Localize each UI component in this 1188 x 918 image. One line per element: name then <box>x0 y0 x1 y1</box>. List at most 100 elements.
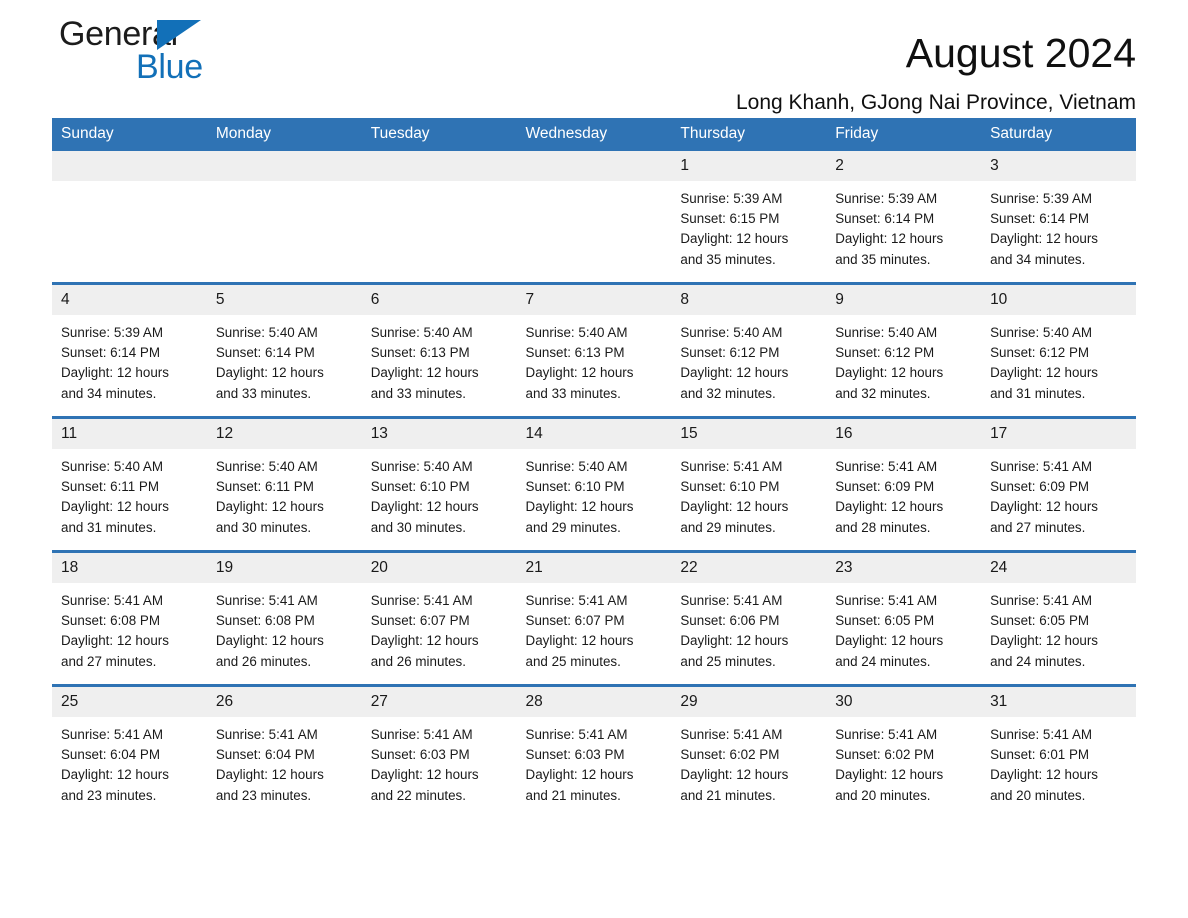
page-subtitle: Long Khanh, GJong Nai Province, Vietnam <box>735 91 1136 114</box>
calendar-day-cell[interactable]: 30 Sunrise: 5:41 AM Sunset: 6:02 PM Dayligh… <box>826 684 982 818</box>
day-details: Sunrise: 5:40 AM Sunset: 6:10 PM Daylight:… <box>362 449 517 550</box>
daylight-text-line1: Daylight: 12 hours <box>215 633 324 649</box>
calendar-day-cell[interactable]: 11 Sunrise: 5:40 AM Sunset: 6:11 PM Dayligh… <box>52 416 207 552</box>
calendar-day-cell[interactable]: 29 Sunrise: 5:41 AM Sunset: 6:02 PM Dayligh… <box>671 684 827 818</box>
calendar-day-cell[interactable]: 13 Sunrise: 5:40 AM Sunset: 6:10 PM Dayligh… <box>361 416 517 552</box>
calendar-day-cell[interactable]: 15 Sunrise: 5:41 AM Sunset: 6:10 PM Dayligh… <box>671 416 827 552</box>
sunrise-text: Sunrise: 5:41 AM <box>370 593 473 608</box>
daylight-text-line1: Daylight: 12 hours <box>835 633 944 649</box>
calendar-day-cell[interactable]: 7 Sunrise: 5:40 AM Sunset: 6:13 PM Daylight… <box>516 282 672 418</box>
calendar-day-cell[interactable]: 27 Sunrise: 5:41 AM Sunset: 6:03 PM Dayligh… <box>361 684 517 818</box>
calendar-day-cell[interactable]: 12 Sunrise: 5:40 AM Sunset: 6:11 PM Dayligh… <box>206 416 362 552</box>
day-details: Sunrise: 5:41 AM Sunset: 6:02 PM Daylight:… <box>671 717 826 818</box>
calendar-body: 1 Sunrise: 5:39 AM Sunset: 6:15 PM Daylight… <box>52 151 1136 818</box>
sunrise-text: Sunrise: 5:40 AM <box>990 325 1093 340</box>
calendar-day-cell[interactable]: 18 Sunrise: 5:41 AM Sunset: 6:08 PM Dayligh… <box>52 550 207 686</box>
calendar-day-cell-empty <box>206 151 362 284</box>
daylight-text-line2: and 34 minutes. <box>61 385 157 401</box>
calendar-day-cell[interactable]: 16 Sunrise: 5:41 AM Sunset: 6:09 PM Dayligh… <box>826 416 982 552</box>
sunset-text: Sunset: 6:12 PM <box>680 345 780 361</box>
calendar-day-cell[interactable]: 1 Sunrise: 5:39 AM Sunset: 6:15 PM Daylight… <box>671 151 827 284</box>
day-number: 20 <box>361 553 517 583</box>
calendar-day-cell[interactable]: 8 Sunrise: 5:40 AM Sunset: 6:12 PM Daylight… <box>671 282 827 418</box>
day-number: 27 <box>361 687 517 717</box>
sunrise-text: Sunrise: 5:41 AM <box>215 593 318 608</box>
daylight-text-line2: and 33 minutes. <box>370 385 466 401</box>
sunset-text: Sunset: 6:11 PM <box>215 479 314 495</box>
weekday-header-row: Sunday Monday Tuesday Wednesday Thursday… <box>52 118 1136 151</box>
sunset-text: Sunset: 6:13 PM <box>370 345 470 361</box>
sunset-text: Sunset: 6:10 PM <box>525 479 625 495</box>
calendar-day-cell[interactable]: 10 Sunrise: 5:40 AM Sunset: 6:12 PM Dayligh… <box>981 282 1136 418</box>
sunrise-text: Sunrise: 5:40 AM <box>370 325 473 340</box>
daylight-text-line1: Daylight: 12 hours <box>370 633 479 649</box>
daylight-text-line2: and 31 minutes. <box>61 519 157 535</box>
sunrise-text: Sunrise: 5:40 AM <box>215 459 318 474</box>
sunrise-text: Sunrise: 5:41 AM <box>525 727 628 742</box>
calendar-day-cell[interactable]: 31 Sunrise: 5:41 AM Sunset: 6:01 PM Dayligh… <box>981 684 1136 818</box>
daylight-text-line2: and 24 minutes. <box>835 653 931 669</box>
daylight-text-line1: Daylight: 12 hours <box>525 633 634 649</box>
daylight-text-line1: Daylight: 12 hours <box>525 499 634 515</box>
daylight-text-line1: Daylight: 12 hours <box>990 767 1098 783</box>
day-details: Sunrise: 5:39 AM Sunset: 6:14 PM Daylight:… <box>52 315 207 416</box>
calendar-day-cell[interactable]: 28 Sunrise: 5:41 AM Sunset: 6:03 PM Dayligh… <box>516 684 672 818</box>
daylight-text-line2: and 26 minutes. <box>215 653 312 669</box>
day-details: Sunrise: 5:40 AM Sunset: 6:12 PM Daylight:… <box>671 315 826 416</box>
calendar-day-cell[interactable]: 21 Sunrise: 5:41 AM Sunset: 6:07 PM Dayligh… <box>516 550 672 686</box>
calendar-day-cell[interactable]: 4 Sunrise: 5:39 AM Sunset: 6:14 PM Daylight… <box>52 282 207 418</box>
calendar-day-cell[interactable]: 14 Sunrise: 5:40 AM Sunset: 6:10 PM Dayligh… <box>516 416 672 552</box>
daylight-text-line2: and 25 minutes. <box>680 653 776 669</box>
calendar-day-cell[interactable]: 25 Sunrise: 5:41 AM Sunset: 6:04 PM Dayligh… <box>52 684 207 818</box>
calendar-day-cell[interactable]: 5 Sunrise: 5:40 AM Sunset: 6:14 PM Daylight… <box>206 282 362 418</box>
calendar-day-cell[interactable]: 6 Sunrise: 5:40 AM Sunset: 6:13 PM Daylight… <box>361 282 517 418</box>
day-number: 24 <box>981 553 1136 583</box>
calendar-day-cell[interactable]: 23 Sunrise: 5:41 AM Sunset: 6:05 PM Dayligh… <box>826 550 982 686</box>
day-details: Sunrise: 5:41 AM Sunset: 6:09 PM Daylight:… <box>981 449 1136 550</box>
brand-triangle-icon <box>157 20 201 50</box>
brand-logo[interactable]: General Blue <box>59 14 329 94</box>
daylight-text-line2: and 29 minutes. <box>680 519 776 535</box>
daylight-text-line1: Daylight: 12 hours <box>990 231 1098 247</box>
calendar-day-cell[interactable]: 19 Sunrise: 5:41 AM Sunset: 6:08 PM Dayligh… <box>206 550 362 686</box>
sunrise-text: Sunrise: 5:41 AM <box>61 727 163 742</box>
day-number: 30 <box>826 687 982 717</box>
calendar-day-cell[interactable]: 17 Sunrise: 5:41 AM Sunset: 6:09 PM Dayligh… <box>981 416 1136 552</box>
calendar-day-cell-empty <box>52 151 207 284</box>
sunset-text: Sunset: 6:11 PM <box>61 479 160 495</box>
day-details: Sunrise: 5:39 AM Sunset: 6:15 PM Daylight:… <box>671 181 826 282</box>
sunset-text: Sunset: 6:12 PM <box>990 345 1090 361</box>
day-number: 26 <box>206 687 362 717</box>
calendar-day-cell[interactable]: 22 Sunrise: 5:41 AM Sunset: 6:06 PM Dayligh… <box>671 550 827 686</box>
daylight-text-line2: and 23 minutes. <box>61 787 157 803</box>
daylight-text-line2: and 26 minutes. <box>370 653 466 669</box>
day-number: 22 <box>671 553 827 583</box>
calendar-day-cell[interactable]: 3 Sunrise: 5:39 AM Sunset: 6:14 PM Daylight… <box>981 151 1136 284</box>
daylight-text-line1: Daylight: 12 hours <box>835 365 944 381</box>
calendar-day-cell[interactable]: 20 Sunrise: 5:41 AM Sunset: 6:07 PM Dayligh… <box>361 550 517 686</box>
daylight-text-line1: Daylight: 12 hours <box>835 231 944 247</box>
daylight-text-line2: and 33 minutes. <box>215 385 312 401</box>
calendar-day-cell[interactable]: 9 Sunrise: 5:40 AM Sunset: 6:12 PM Daylight… <box>826 282 982 418</box>
calendar-day-cell[interactable]: 2 Sunrise: 5:39 AM Sunset: 6:14 PM Daylight… <box>826 151 982 284</box>
sunrise-text: Sunrise: 5:40 AM <box>215 325 318 340</box>
sunrise-text: Sunrise: 5:39 AM <box>835 191 938 206</box>
calendar-table: Sunday Monday Tuesday Wednesday Thursday… <box>52 118 1136 818</box>
sunset-text: Sunset: 6:08 PM <box>61 613 160 629</box>
day-details: Sunrise: 5:40 AM Sunset: 6:13 PM Daylight:… <box>362 315 517 416</box>
day-details: Sunrise: 5:41 AM Sunset: 6:07 PM Daylight:… <box>362 583 517 684</box>
daylight-text-line2: and 28 minutes. <box>835 519 931 535</box>
daylight-text-line1: Daylight: 12 hours <box>215 767 324 783</box>
daylight-text-line2: and 30 minutes. <box>215 519 312 535</box>
day-details: Sunrise: 5:40 AM Sunset: 6:12 PM Daylight:… <box>981 315 1136 416</box>
sunset-text: Sunset: 6:05 PM <box>835 613 935 629</box>
day-details <box>52 181 207 282</box>
day-number: 23 <box>826 553 982 583</box>
calendar-day-cell[interactable]: 24 Sunrise: 5:41 AM Sunset: 6:05 PM Dayligh… <box>981 550 1136 686</box>
daylight-text-line1: Daylight: 12 hours <box>990 499 1098 515</box>
sunset-text: Sunset: 6:09 PM <box>835 479 935 495</box>
sunrise-text: Sunrise: 5:40 AM <box>835 325 938 340</box>
calendar-day-cell[interactable]: 26 Sunrise: 5:41 AM Sunset: 6:04 PM Dayligh… <box>206 684 362 818</box>
daylight-text-line2: and 20 minutes. <box>835 787 931 803</box>
day-number <box>52 151 207 181</box>
